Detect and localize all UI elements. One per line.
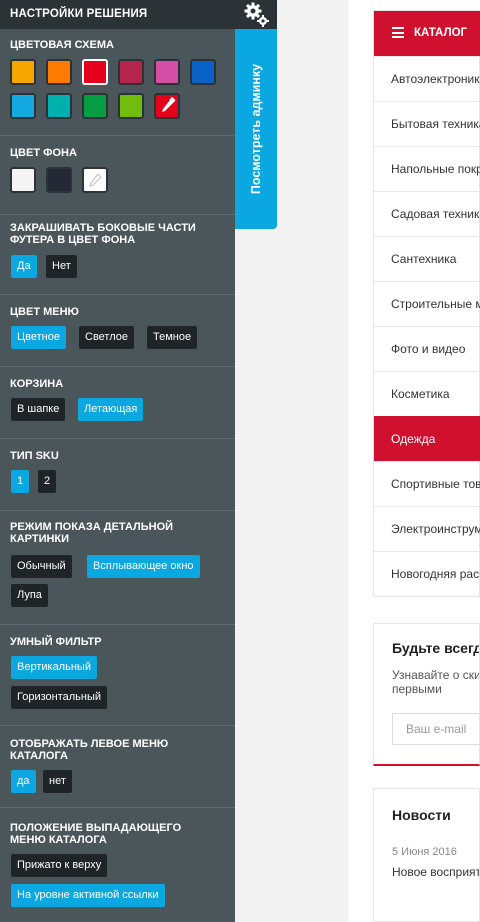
custom-color-picker[interactable] (154, 93, 180, 119)
sku-type-2-button[interactable]: 2 (38, 470, 57, 493)
news-title: Новости (392, 807, 451, 823)
footer-sides-yes-button[interactable]: Да (11, 255, 37, 278)
footer-sides-section: ЗАКРАШИВАТЬ БОКОВЫЕ ЧАСТИ ФУТЕРА В ЦВЕТ … (0, 215, 235, 295)
bg-swatch-custom[interactable] (82, 167, 108, 193)
color-swatch[interactable] (118, 59, 144, 85)
dropdown-top-button[interactable]: Прижато к верху (11, 854, 108, 877)
left-menu-section: ОТОБРАЖАТЬ ЛЕВОЕ МЕНЮ КАТАЛОГА да нет (0, 726, 235, 808)
menu-color-light-button[interactable]: Светлое (79, 326, 134, 349)
detail-picture-section: РЕЖИМ ПОКАЗА ДЕТАЛЬНОЙ КАРТИНКИ Обычный … (0, 511, 235, 625)
basket-section: КОРЗИНА В шапке Летающая (0, 367, 235, 439)
color-swatch[interactable] (46, 59, 72, 85)
color-scheme-section: ЦВЕТОВАЯ СХЕМА (0, 29, 235, 136)
footer-sides-no-button[interactable]: Нет (46, 255, 77, 278)
catalog-item[interactable]: Спортивные товары (374, 461, 480, 506)
dropdown-active-link-button[interactable]: На уровне активной ссылки (11, 884, 165, 907)
footer-sides-title: ЗАКРАШИВАТЬ БОКОВЫЕ ЧАСТИ ФУТЕРА В ЦВЕТ … (10, 222, 196, 246)
bg-swatch-dark[interactable] (46, 167, 72, 193)
basket-header-button[interactable]: В шапке (11, 398, 66, 421)
basket-flying-button[interactable]: Летающая (78, 398, 144, 421)
catalog-item[interactable]: Бытовая техника (374, 101, 480, 146)
catalog-item[interactable]: Сантехника (374, 236, 480, 281)
subscribe-block: Будьте всегда в курсе Узнавайте о скидка… (373, 623, 480, 766)
smart-filter-horizontal-button[interactable]: Горизонтальный (11, 686, 108, 709)
sku-type-title: ТИП SKU (10, 450, 59, 462)
catalog-title: КАТАЛОГ (414, 27, 468, 39)
menu-color-section: ЦВЕТ МЕНЮ Цветное Светлое Темное (0, 295, 235, 367)
settings-panel: НАСТРОЙКИ РЕШЕНИЯ ЦВЕТОВАЯ СХЕМА ЦВЕТ ФО… (0, 0, 277, 922)
color-swatch[interactable] (82, 93, 108, 119)
detail-picture-title: РЕЖИМ ПОКАЗА ДЕТАЛЬНОЙ КАРТИНКИ (10, 521, 174, 545)
subscribe-title: Будьте всегда в курсе (392, 640, 479, 656)
color-swatch[interactable] (46, 93, 72, 119)
sku-type-1-button[interactable]: 1 (11, 470, 30, 493)
eyedropper-icon (162, 97, 176, 112)
catalog-item[interactable]: Садовая техника (374, 191, 480, 236)
smart-filter-section: УМНЫЙ ФИЛЬТР Вертикальный Горизонтальный (0, 625, 235, 726)
dropdown-position-title: ПОЛОЖЕНИЕ ВЫПАДАЮЩЕГО МЕНЮ КАТАЛОГА (10, 822, 182, 846)
catalog-item[interactable]: Напольные покрытия (374, 146, 480, 191)
detail-picture-normal-button[interactable]: Обычный (11, 555, 72, 578)
color-swatch[interactable] (118, 93, 144, 119)
color-swatch[interactable] (190, 59, 216, 85)
color-swatch[interactable] (10, 93, 36, 119)
catalog-item[interactable]: Фото и видео (374, 326, 480, 371)
catalog-item[interactable]: Новогодняя распродажа (374, 551, 480, 596)
panel-header: НАСТРОЙКИ РЕШЕНИЯ (0, 0, 277, 29)
catalog-item[interactable]: Косметика (374, 371, 480, 416)
menu-color-dark-button[interactable]: Темное (147, 326, 198, 349)
gear-icon[interactable] (241, 0, 271, 29)
view-admin-tab[interactable]: Посмотреть админку (235, 29, 277, 229)
subscribe-description: Узнавайте о скидках и акциях первыми (392, 668, 480, 696)
color-swatch[interactable] (10, 59, 36, 85)
basket-title: КОРЗИНА (10, 378, 64, 390)
catalog-item[interactable]: Одежда (374, 416, 480, 461)
left-menu-no-button[interactable]: нет (43, 770, 72, 793)
left-menu-yes-button[interactable]: да (11, 770, 36, 793)
color-swatch[interactable] (154, 59, 180, 85)
catalog-item[interactable]: Автоэлектроника (374, 56, 480, 101)
smart-filter-vertical-button[interactable]: Вертикальный (11, 656, 97, 679)
left-menu-title: ОТОБРАЖАТЬ ЛЕВОЕ МЕНЮ КАТАЛОГА (10, 738, 169, 762)
color-swatch[interactable] (82, 59, 108, 85)
bg-color-section: ЦВЕТ ФОНА (0, 136, 235, 215)
news-block: Новости 5 Июня 2016 Новое восприятие Goo… (373, 788, 480, 922)
hamburger-icon (392, 27, 404, 38)
color-scheme-title: ЦВЕТОВАЯ СХЕМА (10, 39, 114, 51)
dropdown-position-section: ПОЛОЖЕНИЕ ВЫПАДАЮЩЕГО МЕНЮ КАТАЛОГА Приж… (0, 808, 235, 922)
smart-filter-title: УМНЫЙ ФИЛЬТР (10, 636, 102, 648)
panel-title: НАСТРОЙКИ РЕШЕНИЯ (10, 8, 148, 20)
catalog-item[interactable]: Электроинструменты (374, 506, 480, 551)
news-item-link[interactable]: Новое восприятие Google (392, 864, 479, 881)
detail-picture-magnifier-button[interactable]: Лупа (11, 584, 48, 607)
bg-color-title: ЦВЕТ ФОНА (10, 147, 77, 159)
menu-color-colored-button[interactable]: Цветное (11, 326, 66, 349)
news-date: 5 Июня 2016 (392, 846, 457, 858)
catalog-header[interactable]: КАТАЛОГ (374, 11, 480, 56)
sku-type-section: ТИП SKU 1 2 (0, 439, 235, 511)
email-input[interactable]: Ваш e-mail (392, 713, 479, 745)
menu-color-title: ЦВЕТ МЕНЮ (10, 306, 79, 318)
catalog-menu: КАТАЛОГ Автоэлектроника Бытовая техника На… (373, 10, 480, 597)
eyedropper-icon (89, 173, 102, 187)
catalog-item[interactable]: Строительные материалы (374, 281, 480, 326)
bg-swatch-light[interactable] (10, 167, 36, 193)
view-admin-label: Посмотреть админку (249, 63, 263, 195)
detail-picture-popup-button[interactable]: Всплывающее окно (87, 555, 200, 578)
